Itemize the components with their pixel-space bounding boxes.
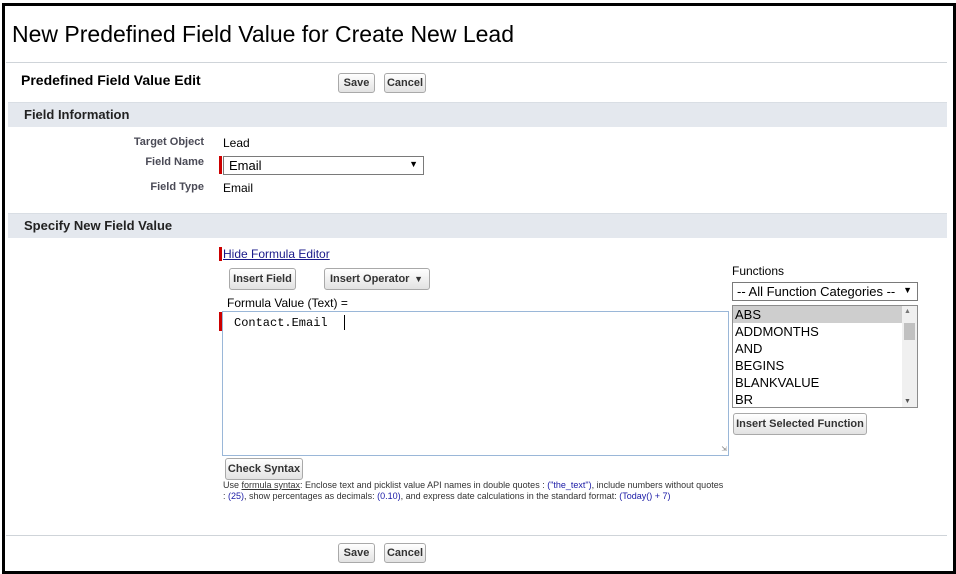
function-option[interactable]: BR — [733, 391, 917, 407]
target-object-value: Lead — [223, 136, 250, 150]
function-category-select[interactable]: -- All Function Categories -- ▼ — [732, 282, 918, 301]
help-example-date: (Today() + 7) — [619, 491, 671, 501]
functions-label: Functions — [732, 264, 785, 278]
header-divider — [6, 62, 947, 63]
field-type-label: Field Type — [150, 181, 204, 193]
functions-scrollbar[interactable]: ▲ ▼ — [902, 306, 917, 407]
formula-value-label: Formula Value (Text) = — [227, 296, 348, 310]
resize-handle-icon[interactable]: ⇲ — [722, 444, 727, 454]
insert-operator-label: Insert Operator — [330, 273, 410, 285]
help-example-text: ("the_text") — [547, 480, 592, 490]
functions-listbox[interactable]: ABS ADDMONTHS AND BEGINS BLANKVALUE BR ▲ ▼ — [732, 305, 918, 408]
new-field-value-header: Specify New Field Value — [8, 213, 947, 238]
help-example-decimal: (0.10) — [377, 491, 401, 501]
function-option[interactable]: ADDMONTHS — [733, 323, 917, 340]
function-category-selected: -- All Function Categories -- — [737, 284, 896, 299]
function-option[interactable]: BLANKVALUE — [733, 374, 917, 391]
required-marker — [219, 247, 222, 261]
insert-operator-button[interactable]: Insert Operator ▼ — [324, 268, 430, 290]
help-text-part1: : Enclose text and picklist value API na… — [300, 480, 548, 490]
scroll-up-icon[interactable]: ▲ — [904, 308, 911, 315]
new-field-value-title: Specify New Field Value — [24, 218, 173, 233]
formula-text: Contact.Email — [234, 316, 328, 330]
field-name-label: Field Name — [145, 156, 204, 168]
function-option[interactable]: ABS — [733, 306, 917, 323]
footer-divider — [6, 535, 947, 536]
formula-help-text: Use formula syntax: Enclose text and pic… — [223, 480, 728, 502]
function-option[interactable]: BEGINS — [733, 357, 917, 374]
insert-selected-function-button[interactable]: Insert Selected Function — [733, 413, 867, 435]
required-marker — [219, 156, 222, 174]
chevron-down-icon: ▼ — [903, 285, 912, 295]
field-information-header: Field Information — [8, 102, 947, 127]
functions-list: ABS ADDMONTHS AND BEGINS BLANKVALUE BR — [733, 306, 917, 407]
function-option[interactable]: AND — [733, 340, 917, 357]
scroll-thumb[interactable] — [904, 323, 915, 340]
help-text-part4: , and express date calculations in the s… — [400, 491, 620, 501]
help-example-number: (25) — [228, 491, 245, 501]
chevron-down-icon: ▼ — [414, 274, 423, 284]
field-name-selected: Email — [229, 158, 262, 173]
help-text-use: Use — [223, 480, 242, 490]
check-syntax-button[interactable]: Check Syntax — [225, 458, 303, 480]
cancel-button-top[interactable]: Cancel — [384, 73, 426, 93]
cancel-button-bottom[interactable]: Cancel — [384, 543, 426, 563]
field-name-select[interactable]: Email ▼ — [223, 156, 424, 175]
help-text-part3: , show percentages as decimals: — [244, 491, 378, 501]
save-button-bottom[interactable]: Save — [338, 543, 375, 563]
save-button-top[interactable]: Save — [338, 73, 375, 93]
hide-formula-editor-link[interactable]: Hide Formula Editor — [223, 247, 330, 261]
edit-section-title: Predefined Field Value Edit — [21, 72, 201, 88]
text-cursor — [344, 315, 345, 330]
page-title: New Predefined Field Value for Create Ne… — [12, 21, 515, 47]
insert-field-button[interactable]: Insert Field — [229, 268, 296, 290]
field-information-title: Field Information — [24, 107, 130, 122]
target-object-label: Target Object — [133, 136, 204, 148]
field-type-value: Email — [223, 181, 254, 195]
formula-textarea[interactable]: Contact.Email ⇲ — [222, 311, 729, 456]
scroll-down-icon[interactable]: ▼ — [904, 398, 911, 405]
chevron-down-icon: ▼ — [409, 159, 418, 169]
formula-syntax-link[interactable]: formula syntax — [242, 480, 301, 490]
